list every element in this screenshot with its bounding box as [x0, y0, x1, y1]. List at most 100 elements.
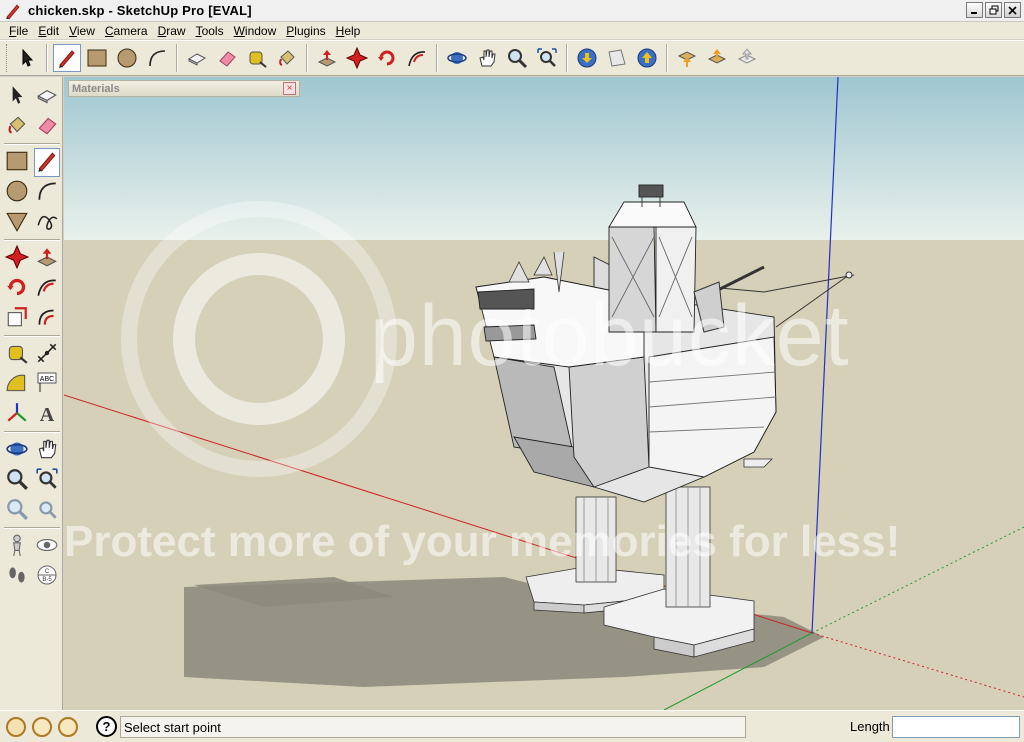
pencil-tool-button[interactable] [53, 44, 81, 72]
menu-tools[interactable]: Tools [191, 24, 229, 38]
circle-icon[interactable] [5, 179, 29, 206]
eraser-tool-button[interactable] [213, 44, 241, 72]
menu-edit[interactable]: Edit [33, 24, 64, 38]
zoom-icon [508, 49, 528, 69]
pan-tool-button[interactable] [473, 44, 501, 72]
follow-me-icon[interactable] [35, 275, 59, 302]
tool-row [2, 111, 62, 141]
polygon-icon[interactable] [5, 209, 29, 236]
menu-file[interactable]: File [4, 24, 33, 38]
move-tool-button[interactable] [343, 44, 371, 72]
tool-row [2, 465, 62, 495]
select-icon[interactable] [5, 83, 29, 110]
push-pull-icon [317, 50, 337, 67]
close-button[interactable] [1004, 2, 1021, 18]
rotate-tool-button[interactable] [373, 44, 401, 72]
axes-icon[interactable] [5, 401, 29, 428]
status-bar: ? Select start point Length [0, 710, 1024, 742]
previous-view-button[interactable] [573, 44, 601, 72]
previous-view-icon[interactable] [5, 497, 29, 524]
tool-row: C B-5 [2, 561, 62, 591]
zoom-tool-button[interactable] [503, 44, 531, 72]
position-camera-icon[interactable] [5, 533, 29, 560]
push-pull-button[interactable] [313, 44, 341, 72]
tape-measure-button[interactable] [243, 44, 271, 72]
drawing-viewport[interactable]: Protect more of your memories for less! … [64, 77, 1024, 710]
toolbar-separator [176, 44, 178, 72]
share-model-button[interactable] [703, 44, 731, 72]
orbit-tool-button[interactable] [443, 44, 471, 72]
materials-close-button[interactable]: × [283, 82, 296, 95]
toolbar-separator [306, 44, 308, 72]
zoom-window-icon[interactable] [35, 467, 59, 494]
make-component-icon [187, 53, 207, 66]
freehand-icon[interactable] [35, 209, 59, 236]
zoom-icon[interactable] [5, 467, 29, 494]
menu-help[interactable]: Help [331, 24, 366, 38]
menu-bar: File Edit View Camera Draw Tools Window Plugins… [0, 22, 1024, 39]
rectangle-tool-button[interactable] [83, 44, 111, 72]
text-icon[interactable]: ABC [35, 371, 59, 398]
get-models-icon [677, 51, 697, 67]
toolbar-separator [4, 143, 60, 145]
user-icon[interactable] [58, 717, 78, 737]
scale-icon[interactable] [5, 305, 29, 332]
help-icon[interactable]: ? [96, 716, 117, 737]
tool-row [2, 147, 62, 177]
make-component-button[interactable] [183, 44, 211, 72]
tool-row [2, 303, 62, 333]
make-component-icon[interactable] [35, 83, 59, 110]
tool-row [2, 339, 62, 369]
paint-bucket-icon[interactable] [5, 113, 29, 140]
tool-row [2, 531, 62, 561]
dimension-icon[interactable] [35, 341, 59, 368]
menu-view[interactable]: View [64, 24, 100, 38]
length-input[interactable] [892, 716, 1020, 738]
protractor-icon[interactable] [5, 371, 29, 398]
rotate-icon[interactable] [5, 275, 29, 302]
move-icon[interactable] [4, 244, 30, 272]
tape-measure-icon [249, 51, 267, 68]
credits-icon[interactable] [32, 717, 52, 737]
previous-view-icon [577, 48, 597, 68]
offset-icon[interactable] [35, 305, 59, 332]
standard-views-button[interactable] [633, 44, 661, 72]
svg-text:B-5: B-5 [42, 577, 52, 583]
menu-plugins[interactable]: Plugins [281, 24, 330, 38]
materials-panel[interactable]: Materials × [68, 80, 300, 97]
menu-window[interactable]: Window [229, 24, 282, 38]
section-plane-icon[interactable]: C B-5 [35, 563, 59, 590]
tape-measure-icon[interactable] [5, 341, 29, 368]
toolbar-separator [4, 239, 60, 241]
rectangle-icon [87, 49, 107, 67]
pan-icon[interactable] [35, 437, 59, 464]
follow-me-button[interactable] [403, 44, 431, 72]
zoom-extents-icon[interactable] [35, 497, 59, 524]
select-tool-button[interactable] [13, 44, 41, 72]
push-pull-icon[interactable] [35, 245, 59, 272]
restore-button[interactable] [985, 2, 1002, 18]
paint-bucket-button[interactable] [273, 44, 301, 72]
length-label: Length [850, 719, 890, 734]
3d-text-icon[interactable]: A [35, 401, 59, 428]
arc-tool-button[interactable] [143, 44, 171, 72]
arc-icon[interactable] [35, 179, 59, 206]
menu-camera[interactable]: Camera [100, 24, 153, 38]
next-view-button[interactable] [603, 44, 631, 72]
walk-icon[interactable] [5, 563, 29, 590]
orbit-icon[interactable] [5, 437, 29, 464]
geo-location-icon[interactable] [6, 717, 26, 737]
menu-draw[interactable]: Draw [153, 24, 191, 38]
look-around-icon[interactable] [35, 533, 59, 560]
move-icon [346, 47, 368, 69]
toolbar-grip[interactable] [6, 44, 9, 72]
sketchup-app-icon[interactable] [4, 2, 22, 20]
zoom-extents-button[interactable] [533, 44, 561, 72]
pencil-icon[interactable] [33, 147, 60, 177]
rectangle-icon[interactable] [5, 149, 29, 176]
circle-tool-button[interactable] [113, 44, 141, 72]
get-models-button[interactable] [673, 44, 701, 72]
eraser-icon[interactable] [35, 113, 59, 140]
share-component-button[interactable] [733, 44, 761, 72]
minimize-button[interactable] [966, 2, 983, 18]
